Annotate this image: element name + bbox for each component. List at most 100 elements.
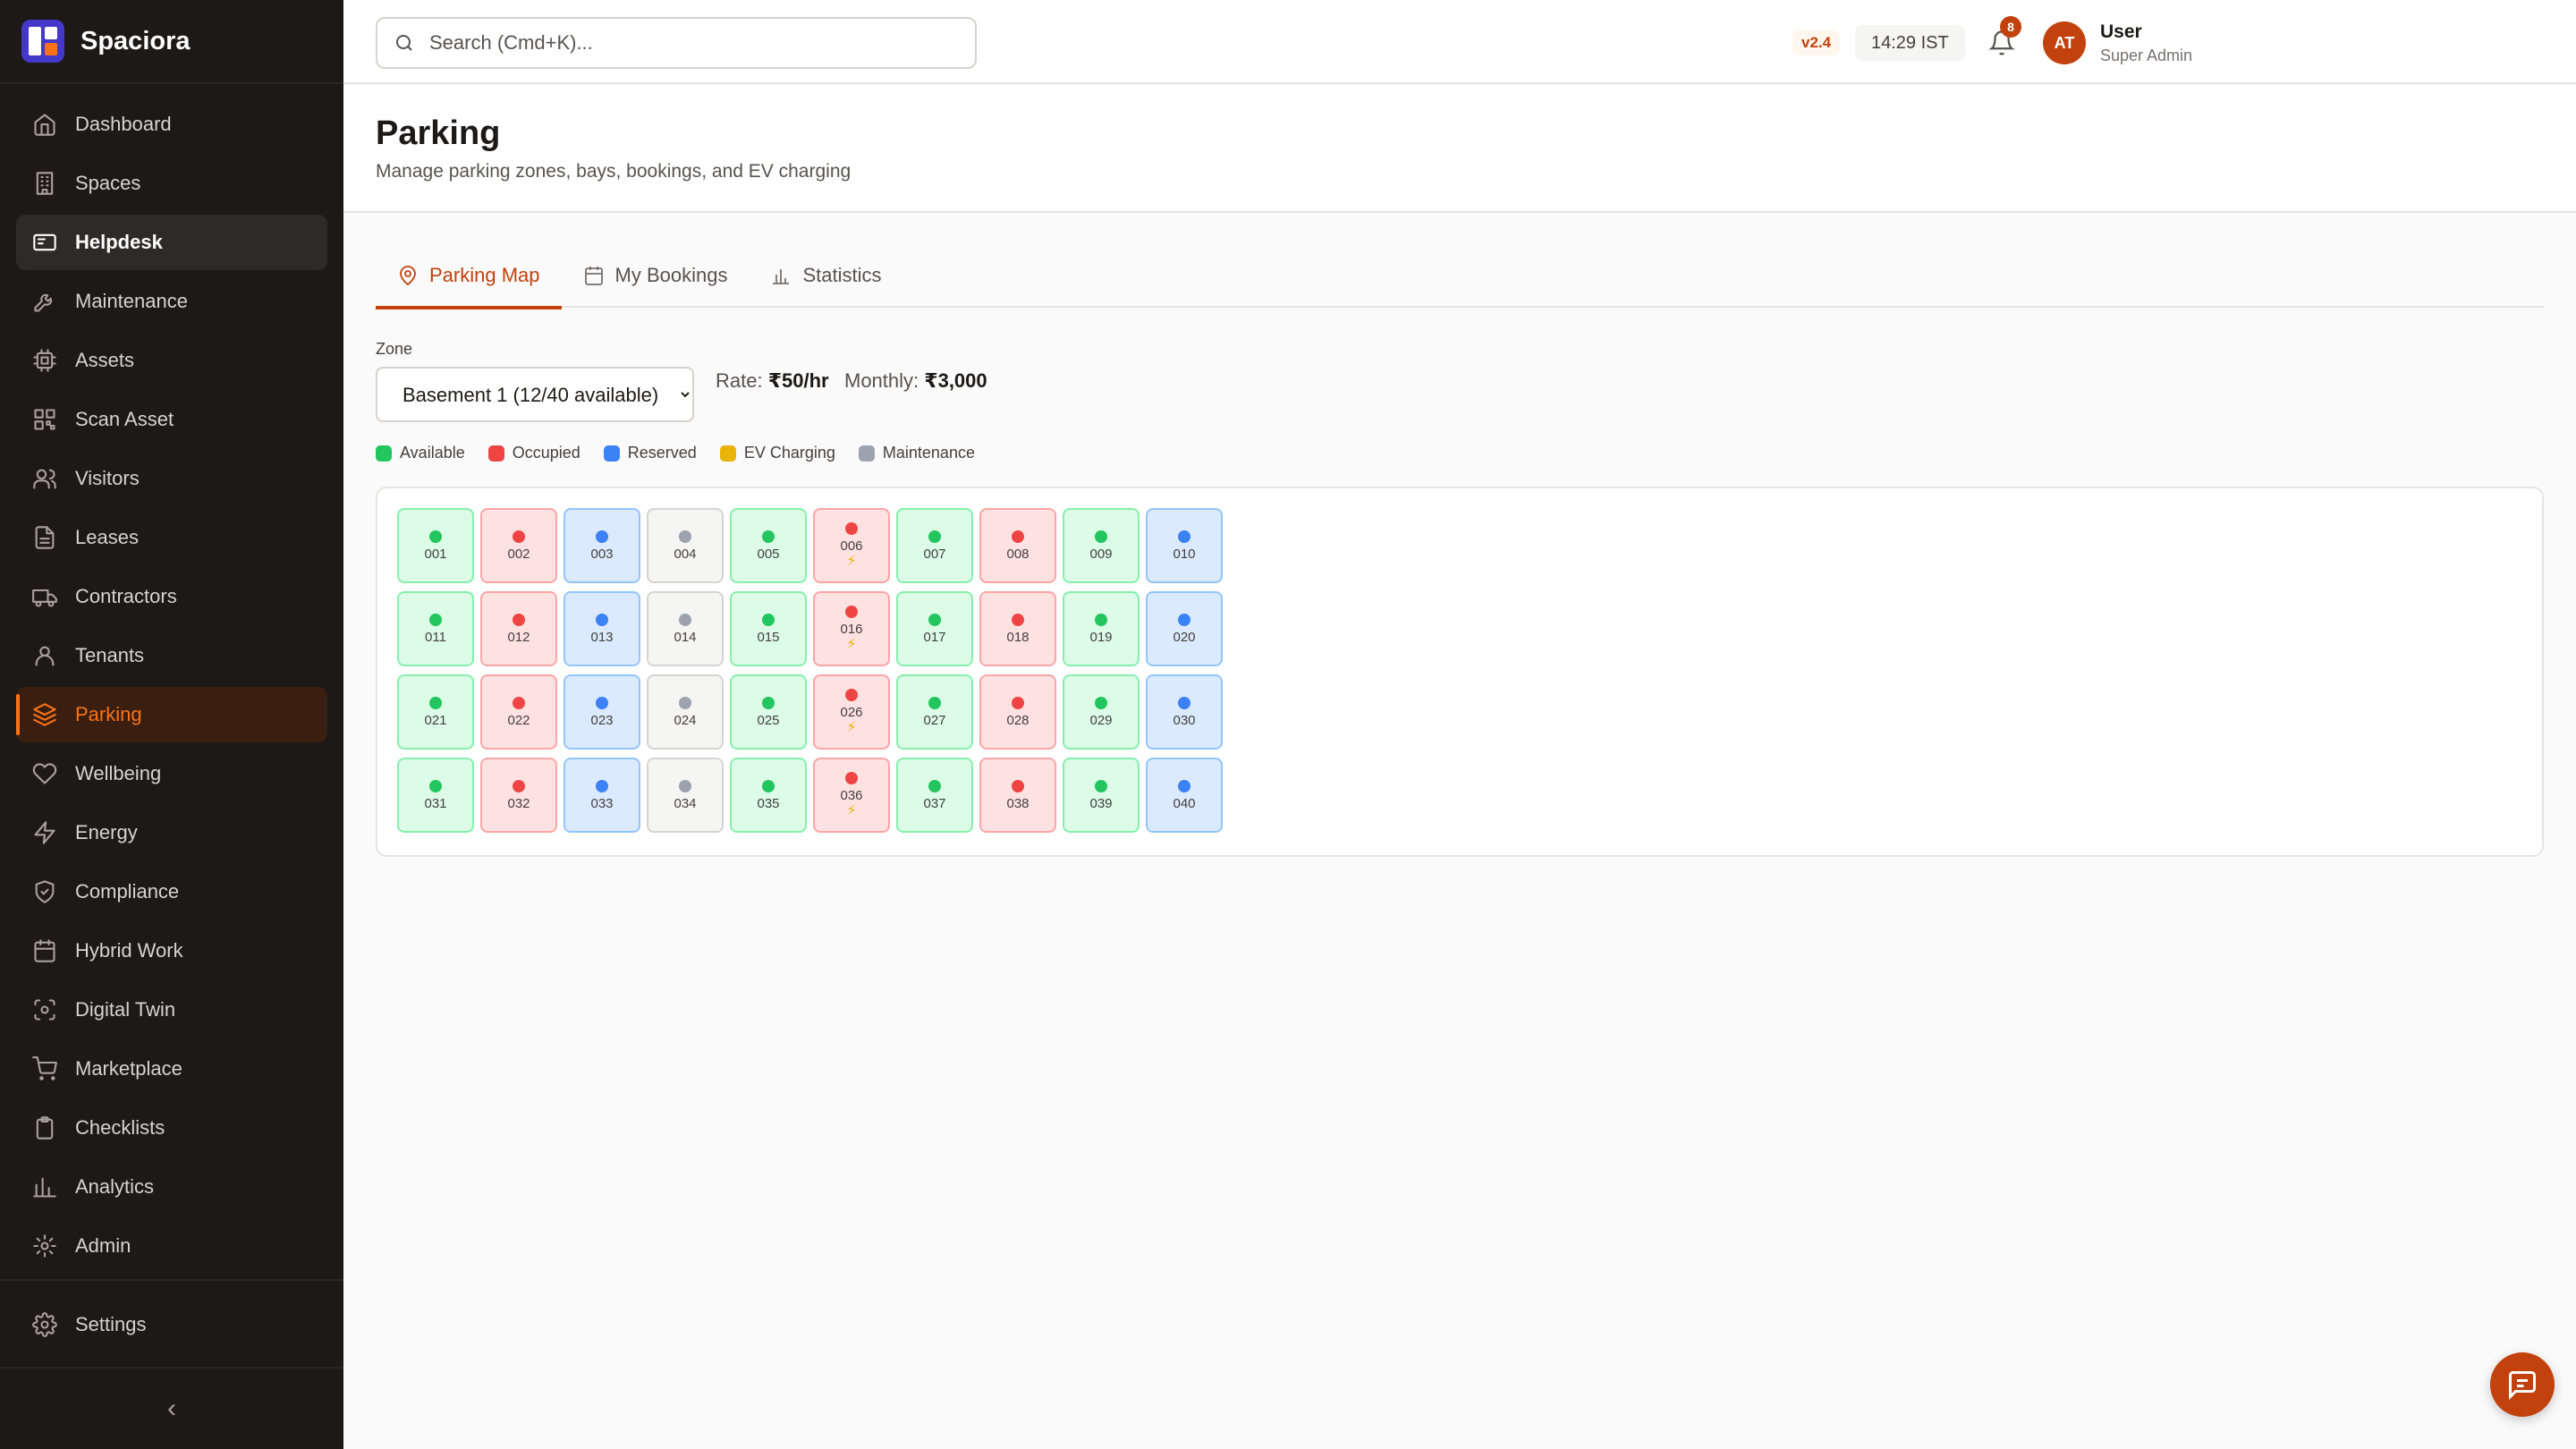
parking-bay-014[interactable]: 014 [647,591,724,666]
parking-bay-038[interactable]: 038 [979,758,1056,833]
parking-bay-004[interactable]: 004 [647,508,724,583]
legend-swatch [487,445,504,462]
parking-bay-003[interactable]: 003 [564,508,640,583]
parking-bay-032[interactable]: 032 [480,758,557,833]
search-box[interactable] [376,17,977,69]
sidebar-item-contractors[interactable]: Contractors [16,569,327,624]
status-dot [845,522,858,535]
calendar-icon [34,939,55,962]
tab-my-bookings[interactable]: My Bookings [562,243,750,308]
parking-bay-030[interactable]: 030 [1146,674,1223,750]
sidebar-item-leases[interactable]: Leases [16,510,327,565]
sidebar-item-parking[interactable]: Parking [16,687,327,742]
sidebar-item-label: Helpdesk [75,231,163,253]
search-input[interactable] [429,31,930,55]
sidebar-item-label: Scan Asset [75,408,174,430]
bay-number: 034 [674,795,697,811]
parking-bay-006[interactable]: 006 ⚡ [813,508,890,583]
sidebar-item-compliance[interactable]: Compliance [16,864,327,919]
parking-bay-018[interactable]: 018 [979,591,1056,666]
parking-bay-001[interactable]: 001 [397,508,474,583]
legend-swatch [603,445,620,462]
parking-bay-021[interactable]: 021 [397,674,474,750]
sidebar-item-helpdesk[interactable]: Helpdesk [16,215,327,270]
parking-bay-029[interactable]: 029 [1063,674,1140,750]
parking-bay-039[interactable]: 039 [1063,758,1140,833]
tab-label: Statistics [802,264,882,286]
sidebar-item-wellbeing[interactable]: Wellbeing [16,746,327,801]
search-icon [396,35,412,51]
sidebar-item-dashboard[interactable]: Dashboard [16,97,327,152]
sidebar-item-label: Compliance [75,880,180,902]
parking-bay-005[interactable]: 005 [730,508,807,583]
legend-item-ev-charging: EV Charging [719,444,835,462]
parking-bay-007[interactable]: 007 [896,508,973,583]
chat-button[interactable] [2490,1352,2555,1417]
calendar-icon [584,267,603,285]
parking-bay-010[interactable]: 010 [1146,508,1223,583]
ev-charging-icon: ⚡ [846,720,857,735]
chevron-left-icon: ‹ [167,1394,176,1423]
user-name[interactable]: User [2100,21,2142,43]
rate-info: Rate: ₹50/hr [716,369,829,393]
parking-bay-008[interactable]: 008 [979,508,1056,583]
parking-bay-031[interactable]: 031 [397,758,474,833]
parking-bay-034[interactable]: 034 [647,758,724,833]
status-dot [1178,696,1191,709]
parking-bay-019[interactable]: 019 [1063,591,1140,666]
parking-bay-013[interactable]: 013 [564,591,640,666]
bay-number: 032 [507,795,530,811]
sidebar-item-tenants[interactable]: Tenants [16,628,327,683]
sidebar-item-energy[interactable]: Energy [16,805,327,860]
parking-bay-016[interactable]: 016 ⚡ [813,591,890,666]
avatar[interactable]: AT [2043,21,2086,64]
sidebar-item-assets[interactable]: Assets [16,333,327,388]
sidebar-item-digital-twin[interactable]: Digital Twin [16,982,327,1038]
parking-bay-017[interactable]: 017 [896,591,973,666]
sidebar-item-marketplace[interactable]: Marketplace [16,1041,327,1097]
sidebar-item-checklists[interactable]: Checklists [16,1100,327,1156]
sidebar-item-scan-asset[interactable]: Scan Asset [16,392,327,447]
map-pin-icon [400,266,416,286]
parking-bay-009[interactable]: 009 [1063,508,1140,583]
parking-bay-015[interactable]: 015 [730,591,807,666]
sidebar-item-spaces[interactable]: Spaces [16,156,327,211]
parking-bay-028[interactable]: 028 [979,674,1056,750]
parking-bay-027[interactable]: 027 [896,674,973,750]
tab-parking-map[interactable]: Parking Map [376,243,562,309]
bay-number: 005 [757,546,780,562]
sidebar-item-label: Visitors [75,467,140,489]
collapse-sidebar-button[interactable]: ‹ [0,1368,343,1449]
sidebar-item-analytics[interactable]: Analytics [16,1159,327,1215]
parking-bay-012[interactable]: 012 [480,591,557,666]
zone-select[interactable]: Basement 1 (12/40 available) [376,367,694,422]
status-dot [429,530,442,543]
parking-bay-033[interactable]: 033 [564,758,640,833]
parking-bay-023[interactable]: 023 [564,674,640,750]
status-dot [1012,696,1024,709]
parking-bay-022[interactable]: 022 [480,674,557,750]
parking-bay-037[interactable]: 037 [896,758,973,833]
legend-label: Maintenance [882,444,975,462]
tab-statistics[interactable]: Statistics [749,243,902,308]
sidebar-item-maintenance[interactable]: Maintenance [16,274,327,329]
sidebar-item-settings[interactable]: Settings [16,1297,327,1352]
parking-bay-035[interactable]: 035 [730,758,807,833]
parking-bay-036[interactable]: 036 ⚡ [813,758,890,833]
parking-bay-026[interactable]: 026 ⚡ [813,674,890,750]
legend-label: Occupied [512,444,580,462]
parking-bay-002[interactable]: 002 [480,508,557,583]
parking-bay-040[interactable]: 040 [1146,758,1223,833]
tab-label: My Bookings [614,264,728,286]
status-dot [513,530,525,543]
sidebar-item-visitors[interactable]: Visitors [16,451,327,506]
parking-bay-011[interactable]: 011 [397,591,474,666]
brand[interactable]: Spaciora [0,0,343,84]
status-dot [1012,613,1024,626]
parking-bay-020[interactable]: 020 [1146,591,1223,666]
sidebar-item-label: Parking [75,703,142,725]
sidebar-item-admin[interactable]: Admin [16,1218,327,1274]
sidebar-item-hybrid-work[interactable]: Hybrid Work [16,923,327,979]
parking-bay-025[interactable]: 025 [730,674,807,750]
parking-bay-024[interactable]: 024 [647,674,724,750]
